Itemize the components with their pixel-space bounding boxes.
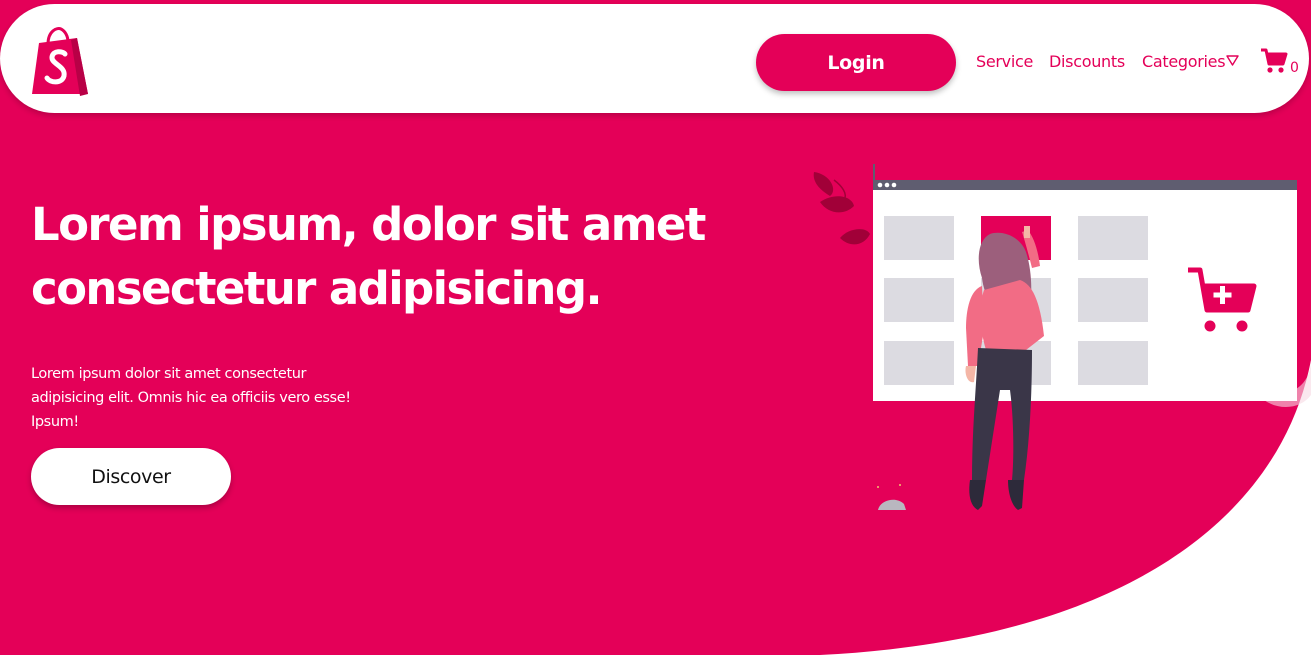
triangle-down-icon[interactable] [1226, 55, 1239, 66]
hero-title-line-1: Lorem ipsum, dolor sit amet [31, 198, 706, 251]
hero-title: Lorem ipsum, dolor sit amet consectetur … [31, 193, 751, 321]
page: Login Service Discounts Categories 0 Lor… [0, 0, 1311, 655]
online-shopping-illustration [813, 164, 1297, 510]
nav-discounts-link[interactable]: Discounts [1049, 52, 1125, 71]
hero-description: Lorem ipsum dolor sit amet consectetur a… [31, 366, 351, 430]
hero-title-line-2: consectetur adipisicing. [31, 262, 603, 315]
nav-service-link[interactable]: Service [976, 52, 1033, 71]
nav-categories-link[interactable]: Categories [1142, 52, 1226, 71]
header: Login Service Discounts Categories 0 [0, 4, 1309, 113]
cart-count-badge: 0 [1290, 60, 1299, 76]
shopping-bag-logo-icon[interactable] [30, 26, 90, 98]
stone-decoration [878, 499, 906, 510]
discover-button[interactable]: Discover [31, 448, 231, 505]
login-button[interactable]: Login [756, 34, 956, 91]
leaf-decoration [813, 172, 870, 245]
shopping-cart-icon[interactable] [1260, 47, 1288, 75]
